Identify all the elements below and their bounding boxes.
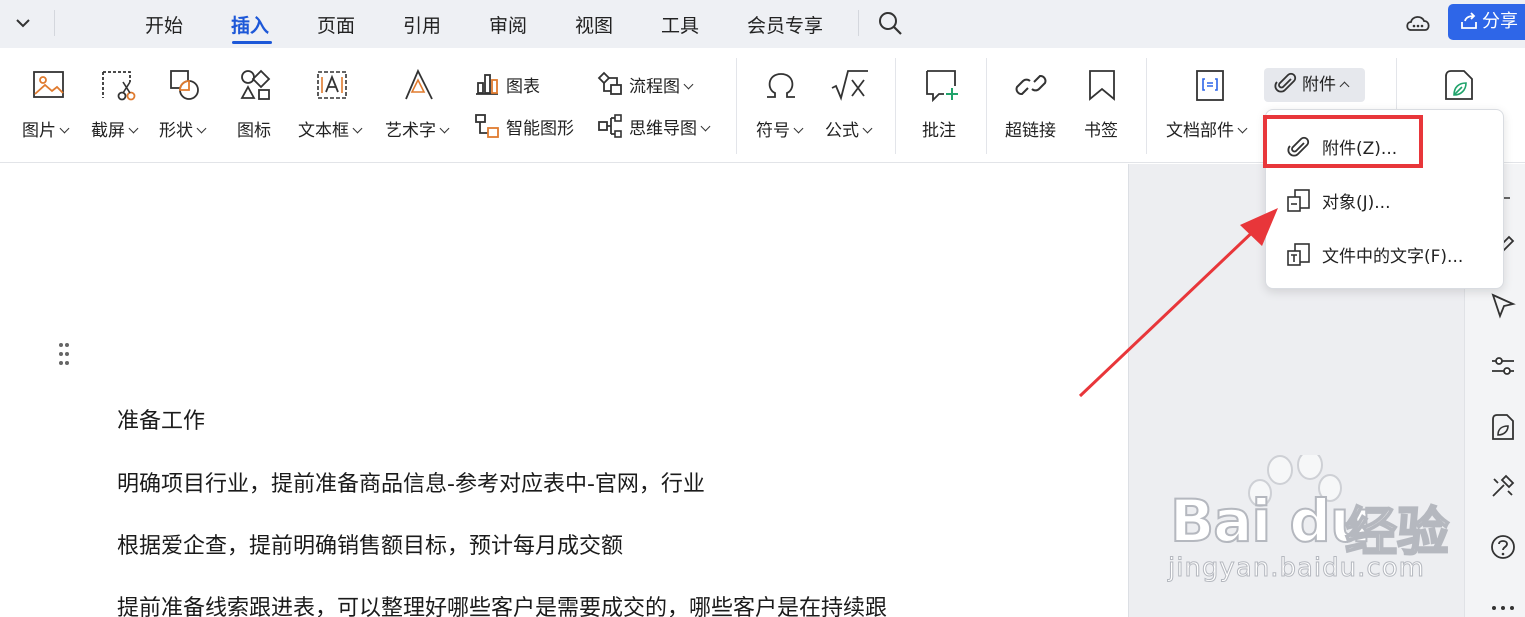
bookmark-icon <box>1086 68 1118 106</box>
share-label: 分享 <box>1482 11 1518 32</box>
smartart-label: 智能图形 <box>506 119 574 139</box>
wordart-label: 艺术字 <box>385 121 436 141</box>
wordart-button[interactable]: 艺术字 <box>384 64 454 154</box>
shape-label: 形状 <box>159 121 193 141</box>
divider <box>986 58 987 154</box>
shape-icon <box>168 68 202 106</box>
divider <box>895 58 896 154</box>
wordart-icon <box>402 68 436 106</box>
shape-button[interactable]: 形状 <box>158 64 214 154</box>
smartart-button[interactable]: 智能图形 <box>474 113 574 139</box>
tab-page[interactable]: 页面 <box>317 11 355 38</box>
symbol-button[interactable]: 符号 <box>755 64 809 154</box>
attachment-button[interactable]: 附件 <box>1264 68 1365 102</box>
menu-item-object[interactable]: 对象(J)... <box>1286 188 1391 214</box>
tab-home[interactable]: 开始 <box>145 11 183 38</box>
search-icon[interactable] <box>877 10 903 40</box>
more-icon[interactable] <box>1490 598 1516 617</box>
document-parts-label: 文档部件 <box>1166 121 1234 141</box>
picture-icon <box>32 68 66 106</box>
screenshot-label: 截屏 <box>91 121 125 141</box>
divider <box>736 58 737 154</box>
cursor-arrow-icon[interactable] <box>1490 292 1516 324</box>
paperclip-icon <box>1274 72 1297 93</box>
omega-icon <box>763 68 799 106</box>
help-icon[interactable] <box>1490 534 1516 564</box>
flowchart-icon <box>597 71 622 95</box>
icon-button[interactable]: 图标 <box>235 64 279 154</box>
bookmark-button[interactable]: 书签 <box>1082 64 1122 154</box>
tab-tools[interactable]: 工具 <box>661 11 699 38</box>
menu-item-text-from-file[interactable]: 文件中的文字(F)... <box>1286 242 1463 268</box>
paragraph: 根据爱企查，提前明确销售额目标，预计每月成交额 <box>117 534 624 559</box>
menu-bar: 开始 插入 页面 引用 审阅 视图 工具 会员专享 分享 <box>0 0 1525 48</box>
highlight-box <box>1263 115 1423 168</box>
chart-icon <box>476 74 498 95</box>
symbol-label: 符号 <box>756 121 790 141</box>
tab-references[interactable]: 引用 <box>403 11 441 38</box>
comment-button[interactable]: 批注 <box>920 64 964 154</box>
scissors-icon <box>100 68 136 108</box>
chevron-down-icon[interactable] <box>12 12 34 34</box>
icon-label: 图标 <box>237 121 271 141</box>
link-icon <box>1014 68 1048 106</box>
paragraph: 提前准备线索跟进表，可以整理好哪些客户是需要成交的，哪些客户是在持续跟 <box>117 596 888 617</box>
chart-label: 图表 <box>506 77 540 97</box>
paragraph: 明确项目行业，提前准备商品信息-参考对应表中-官网，行业 <box>117 472 705 497</box>
flowchart-button[interactable]: 流程图 <box>597 71 694 97</box>
paragraph: 准备工作 <box>117 409 206 434</box>
hyperlink-label: 超链接 <box>1005 121 1056 141</box>
share-icon <box>1461 12 1477 29</box>
tab-member[interactable]: 会员专享 <box>747 11 823 38</box>
divider <box>54 10 55 36</box>
mindmap-button[interactable]: 思维导图 <box>597 113 711 139</box>
divider <box>858 10 859 36</box>
mindmap-label: 思维导图 <box>629 119 697 139</box>
picture-button[interactable]: 图片 <box>20 64 76 154</box>
tab-insert[interactable]: 插入 <box>231 11 269 38</box>
attachment-label: 附件 <box>1302 75 1336 95</box>
annotation-arrow <box>1078 208 1278 398</box>
divider <box>1146 58 1147 154</box>
mindmap-icon <box>598 114 622 138</box>
textbox-button[interactable]: 文本框 <box>297 64 367 154</box>
tools-icon[interactable] <box>1490 473 1516 503</box>
leaf-icon[interactable] <box>1490 413 1516 445</box>
cloud-icon[interactable] <box>1404 10 1432 40</box>
watermark-url: jingyan.baidu.com <box>1168 553 1425 584</box>
chart-button[interactable]: 图表 <box>474 71 540 97</box>
tab-review[interactable]: 审阅 <box>489 11 527 38</box>
comment-icon <box>924 68 960 106</box>
sliders-icon[interactable] <box>1490 353 1516 383</box>
textbox-icon <box>315 68 349 106</box>
flowchart-label: 流程图 <box>629 77 680 97</box>
watermark-brand: Bai du <box>1169 486 1372 556</box>
document-parts-icon <box>1193 68 1227 106</box>
textbox-label: 文本框 <box>298 121 349 141</box>
picture-label: 图片 <box>22 121 56 141</box>
document-parts-button[interactable]: 文档部件 <box>1165 64 1255 154</box>
screenshot-button[interactable]: 截屏 <box>90 64 146 154</box>
bookmark-label: 书签 <box>1084 121 1118 141</box>
icons-icon <box>239 68 273 106</box>
comment-label: 批注 <box>922 121 956 141</box>
leaf-icon[interactable] <box>1442 68 1476 106</box>
menu-item-label: 对象(J)... <box>1322 193 1391 213</box>
hyperlink-button[interactable]: 超链接 <box>1004 64 1060 154</box>
formula-button[interactable]: 公式 <box>824 64 878 154</box>
smartart-icon <box>475 114 499 138</box>
sqrt-icon <box>830 68 870 106</box>
formula-label: 公式 <box>825 121 859 141</box>
share-button[interactable]: 分享 <box>1448 4 1525 40</box>
active-tab-indicator <box>232 41 272 44</box>
drag-handle-icon[interactable] <box>58 342 70 366</box>
menu-item-label: 文件中的文字(F)... <box>1322 247 1464 267</box>
tab-view[interactable]: 视图 <box>575 11 613 38</box>
